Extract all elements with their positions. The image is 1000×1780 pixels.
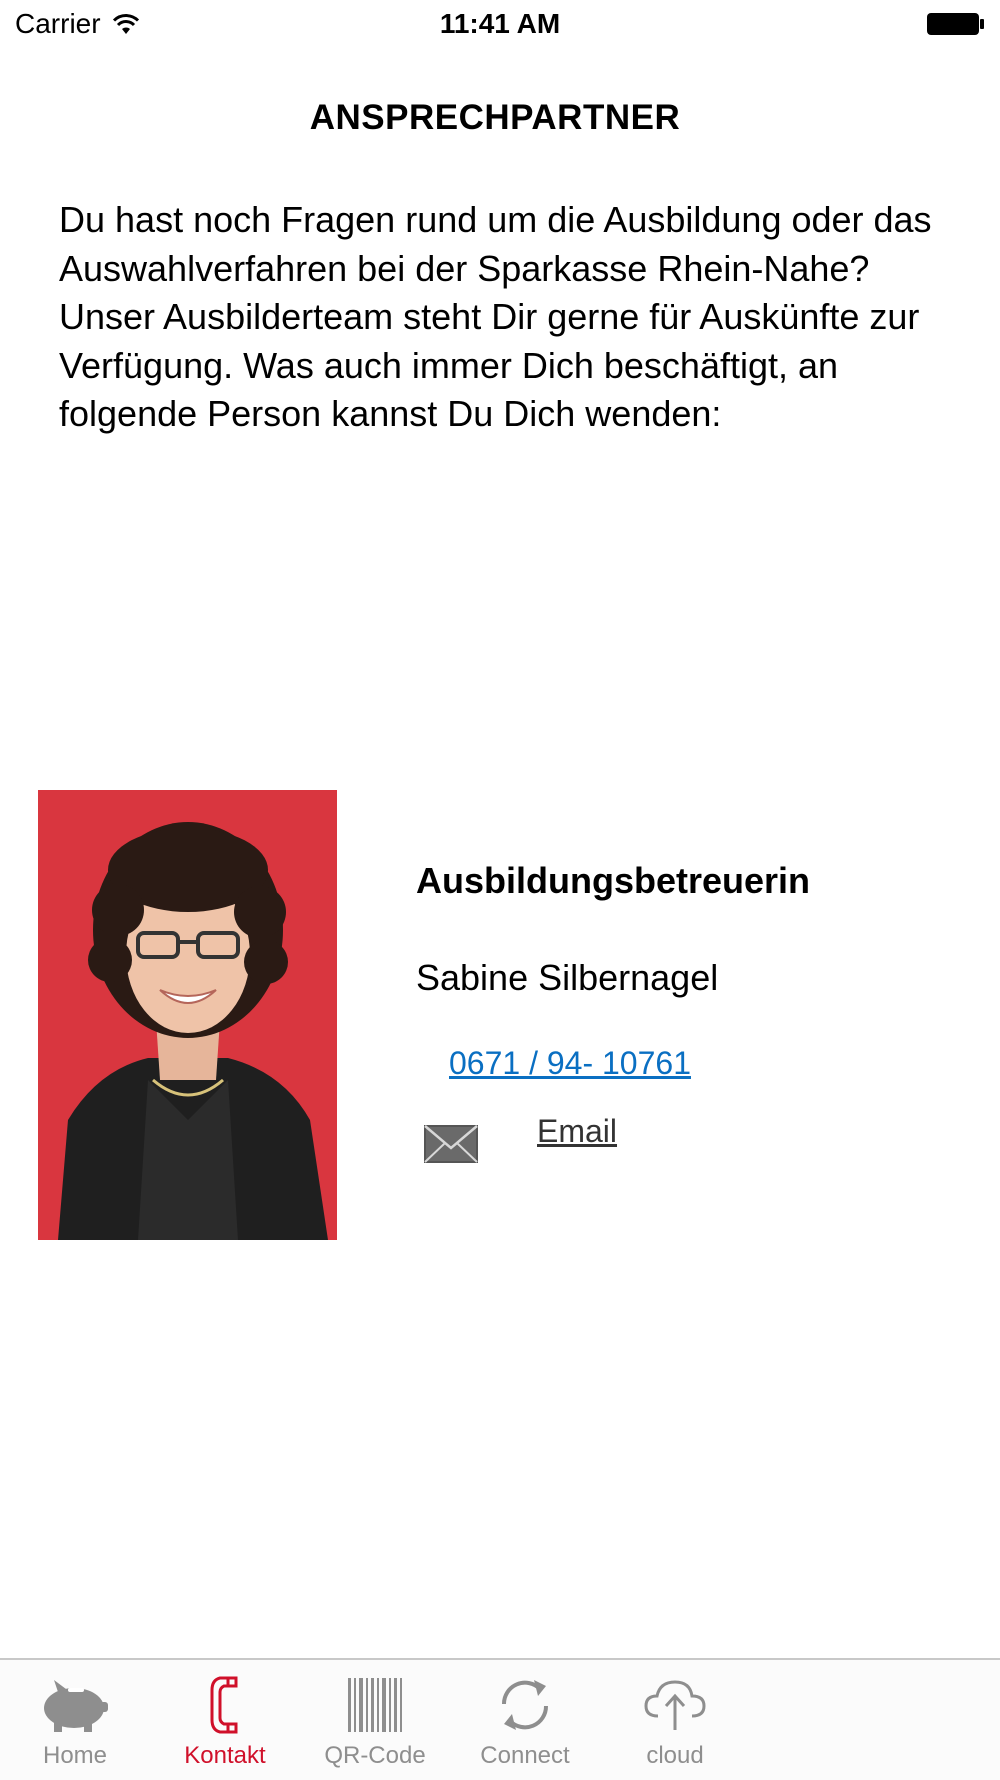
tab-label-cloud: cloud xyxy=(646,1742,704,1769)
page-title: ANSPRECHPARTNER xyxy=(309,98,681,137)
status-time: 11:41 AM xyxy=(439,8,561,39)
tab-connect[interactable]: Connect xyxy=(450,1660,600,1780)
tab-label-qr-code: QR-Code xyxy=(324,1742,426,1769)
status-bar: Carrier 11:41 AM xyxy=(0,0,1000,50)
piggy-bank-icon xyxy=(44,1680,108,1732)
tab-label-home: Home xyxy=(42,1742,108,1769)
contact-name: Sabine Silbernagel xyxy=(416,957,719,998)
barcode-icon xyxy=(348,1678,402,1732)
mail-icon[interactable] xyxy=(424,1124,478,1164)
tab-kontakt[interactable]: Kontakt xyxy=(150,1660,300,1780)
intro-paragraph: Du hast noch Fragen rund um die Ausbildu… xyxy=(59,199,932,434)
tab-label-kontakt: Kontakt xyxy=(184,1742,266,1769)
contact-photo xyxy=(38,790,337,1240)
phone-handset-icon xyxy=(210,1676,238,1734)
tab-label-connect: Connect xyxy=(480,1742,570,1769)
email-link[interactable]: Email xyxy=(537,1113,617,1150)
sync-icon xyxy=(501,1680,549,1730)
tab-cloud[interactable]: cloud xyxy=(600,1660,750,1780)
cloud-upload-icon xyxy=(644,1680,706,1730)
tab-qr-code[interactable]: QR-Code xyxy=(300,1660,450,1780)
tab-home[interactable]: Home xyxy=(0,1660,150,1780)
battery-icon xyxy=(927,13,984,35)
contact-role: Ausbildungsbetreuerin xyxy=(416,860,811,901)
portrait-illustration xyxy=(38,790,337,1240)
tab-bar: Home Kontakt QR-Code Connect cloud xyxy=(0,1658,1000,1780)
phone-link[interactable]: 0671 / 94- 10761 xyxy=(449,1045,691,1082)
